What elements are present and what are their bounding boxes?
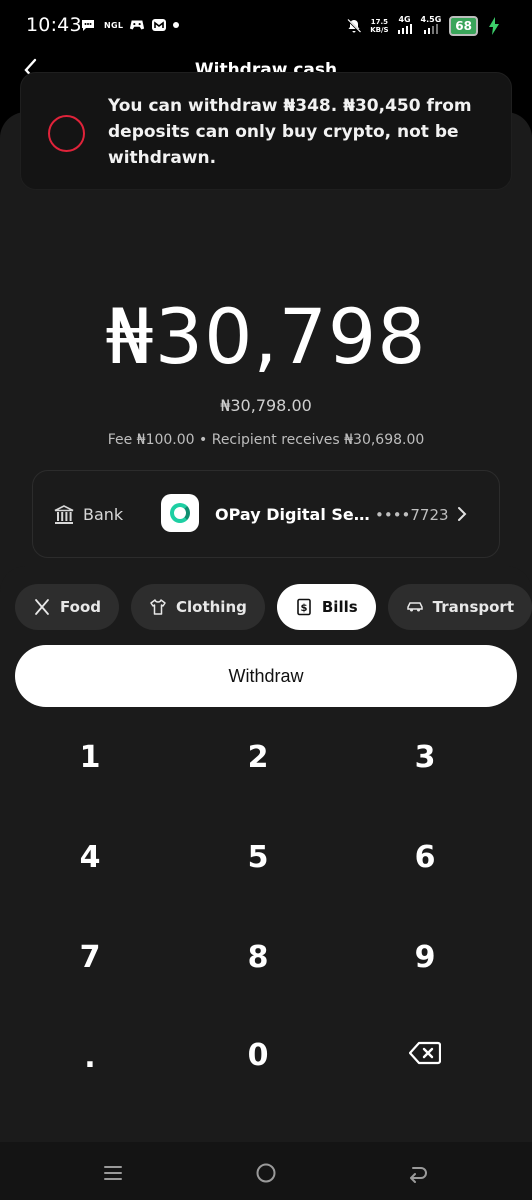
recent-apps-button[interactable]: [100, 1160, 126, 1186]
key-1[interactable]: 1: [15, 722, 165, 792]
key-4[interactable]: 4: [15, 822, 165, 892]
bank-icon: [54, 505, 74, 524]
svg-text:$: $: [300, 603, 307, 614]
amount-exact: ₦30,798.00: [220, 396, 312, 415]
home-button[interactable]: [253, 1160, 279, 1186]
car-icon: [406, 602, 423, 612]
withdraw-button[interactable]: Withdraw: [15, 645, 517, 707]
chevron-right-icon: [458, 507, 467, 521]
category-chip-clothing[interactable]: Clothing: [131, 584, 265, 630]
ngl-app-label: NGL: [104, 20, 124, 30]
category-chip-bills[interactable]: $ Bills: [276, 584, 376, 630]
key-7[interactable]: 7: [15, 922, 165, 992]
status-right-icons: 17.5 KB/S 4G 4.5G 68: [346, 15, 502, 36]
bank-label: Bank: [83, 505, 124, 524]
bill-icon: $: [297, 598, 311, 616]
bank-name: OPay Digital Ser...: [215, 505, 375, 524]
chat-bubble-icon: [80, 17, 96, 33]
category-chip-transport[interactable]: Transport: [387, 584, 532, 630]
key-2[interactable]: 2: [183, 722, 333, 792]
toast-message: You can withdraw ₦348. ₦30,450 from depo…: [108, 96, 472, 168]
back-nav-button[interactable]: [405, 1160, 431, 1186]
mask-app-icon: [151, 17, 167, 33]
notification-icons: NGL: [80, 17, 180, 33]
opay-logo-mark-icon: [170, 503, 190, 523]
return-arrow-icon: [410, 1167, 427, 1183]
signal-sim2-label: 4.5G: [420, 15, 442, 24]
key-decimal[interactable]: .: [15, 1022, 165, 1092]
more-notifications-dot: [173, 22, 180, 28]
withdraw-screen: 10:43 NGL 17.5 KB/S 4G 4.5G 68 Withdraw …: [0, 0, 532, 1200]
charging-bolt-icon: [486, 16, 502, 35]
category-label: Food: [60, 598, 101, 616]
key-9[interactable]: 9: [350, 922, 500, 992]
backspace-icon: [409, 1041, 441, 1065]
net-speed: 17.5 KB/S: [370, 18, 388, 34]
system-navigation-bar: [0, 1142, 532, 1200]
signal-bars-icon: [397, 24, 412, 34]
category-label: Transport: [432, 598, 514, 616]
category-chips: Food Clothing $ Bills Transport: [15, 584, 532, 630]
key-backspace[interactable]: [350, 1018, 500, 1088]
category-chip-food[interactable]: Food: [15, 584, 119, 630]
category-label: Bills: [321, 598, 358, 616]
gamepad-icon: [129, 17, 145, 33]
signal-sim2: 4.5G: [420, 15, 442, 36]
category-label: Clothing: [176, 598, 247, 616]
key-6[interactable]: 6: [350, 822, 500, 892]
mute-bell-icon: [346, 18, 362, 34]
key-3[interactable]: 3: [350, 722, 500, 792]
key-5[interactable]: 5: [183, 822, 333, 892]
signal-sim1-label: 4G: [398, 15, 411, 24]
amount-display: ₦30,798: [105, 292, 427, 381]
bank-account-masked: ••••7723: [375, 506, 449, 524]
opay-logo: [161, 494, 199, 532]
fee-summary: Fee ₦100.00 • Recipient receives ₦30,698…: [107, 432, 425, 448]
withdraw-limit-toast: You can withdraw ₦348. ₦30,450 from depo…: [20, 72, 512, 190]
key-8[interactable]: 8: [183, 922, 333, 992]
signal-bars-weak-icon: [423, 24, 438, 34]
home-circle-icon: [256, 1163, 276, 1183]
status-bar: 10:43 NGL 17.5 KB/S 4G 4.5G 68: [0, 0, 532, 52]
fork-knife-icon: [35, 599, 49, 615]
bank-selector[interactable]: Bank OPay Digital Ser... ••••7723: [32, 470, 500, 558]
key-0[interactable]: 0: [183, 1020, 333, 1090]
net-speed-unit: KB/S: [370, 25, 389, 34]
battery-indicator: 68: [449, 15, 478, 36]
signal-sim1: 4G: [397, 15, 413, 36]
status-time: 10:43: [26, 14, 82, 36]
menu-lines-icon: [104, 1166, 122, 1180]
shirt-icon: [150, 599, 166, 615]
toast-progress-ring-icon: [48, 115, 85, 152]
net-speed-value: 17.5: [370, 17, 388, 26]
